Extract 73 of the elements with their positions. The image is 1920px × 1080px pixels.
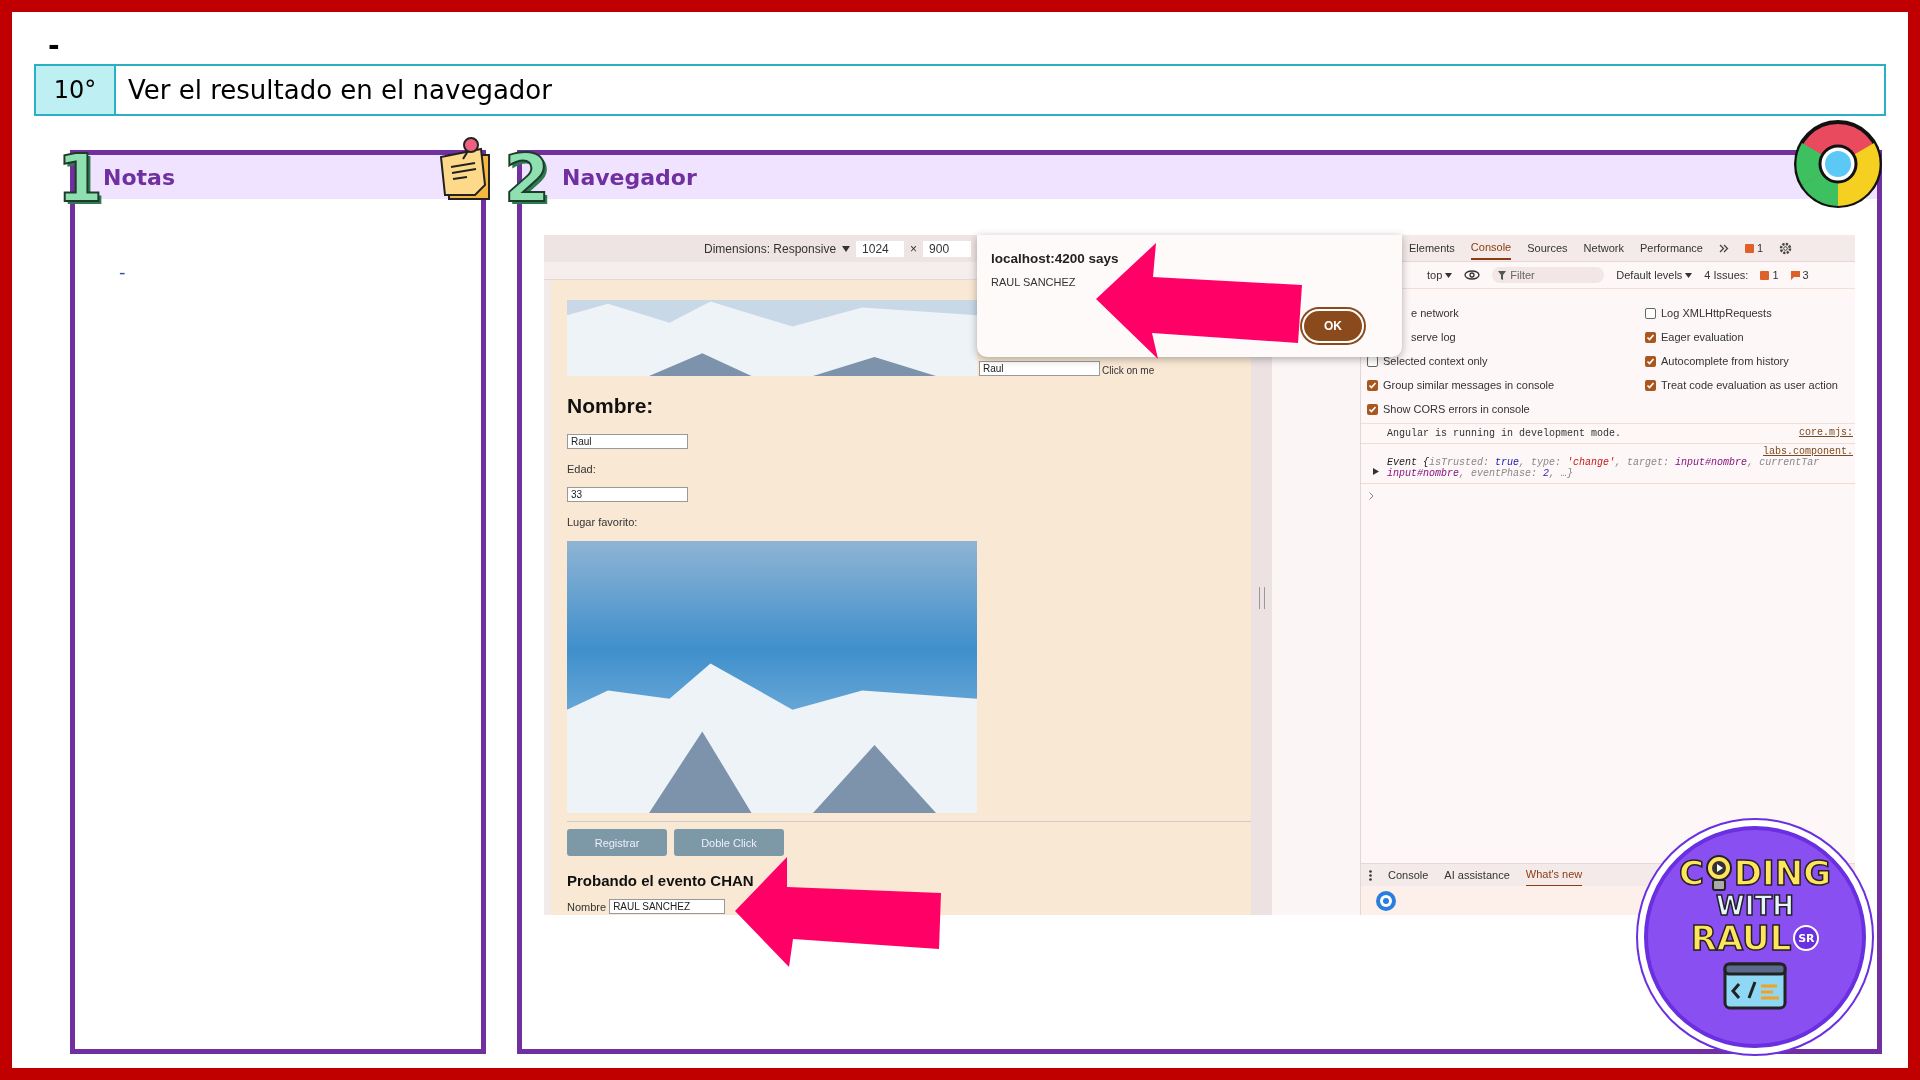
devtools-tab[interactable]: Network — [1583, 237, 1624, 259]
setting-label: Treat code evaluation as user action — [1661, 379, 1838, 391]
age-input[interactable]: 33 — [567, 487, 688, 502]
caret-icon[interactable] — [842, 245, 851, 252]
note-text: - — [119, 261, 126, 282]
devtools-tab[interactable]: Sources — [1527, 237, 1568, 259]
context-dropdown[interactable]: top — [1427, 269, 1443, 281]
error-count: 1 — [1772, 269, 1779, 281]
setting-label: Show CORS errors in console — [1383, 403, 1530, 415]
setting-label: Eager evaluation — [1661, 331, 1744, 343]
name-input[interactable]: RAUL SANCHEZ — [609, 899, 726, 914]
setting-label: Group similar messages in console — [1383, 379, 1555, 391]
error-count: 1 — [1756, 242, 1764, 254]
setting-label: serve log — [1411, 331, 1456, 343]
devtools-tab[interactable]: Console — [1470, 236, 1512, 260]
setting-label: Log XMLHttpRequests — [1661, 307, 1772, 319]
height-field[interactable]: 900 — [923, 240, 972, 257]
alert-title: localhost:4200 says — [991, 251, 1119, 266]
setting-label: Selected context only — [1383, 355, 1488, 367]
info-count: 3 — [1802, 269, 1809, 281]
filter-icon — [1498, 270, 1507, 280]
console-object: Event {isTrusted: true, type: 'change', target: input#nombre, currentTar — [1387, 457, 1821, 468]
checkbox[interactable] — [1645, 331, 1656, 343]
width-field[interactable]: 1024 — [856, 240, 905, 257]
name-input[interactable]: Raul — [567, 434, 688, 449]
section-title: Probando el evento CHAN — [567, 872, 754, 889]
chrome-icon — [1793, 119, 1883, 209]
drawer-tab[interactable]: Console — [1388, 864, 1429, 886]
click-label[interactable]: Click on me — [1102, 365, 1155, 376]
checkbox[interactable] — [1367, 379, 1378, 391]
field-label: Lugar favorito: — [567, 516, 638, 528]
devtools-icon — [1375, 889, 1397, 912]
error-icon — [1760, 270, 1770, 280]
devtools-tab[interactable]: Performance — [1639, 237, 1703, 259]
alert-message: RAUL SANCHEZ — [991, 276, 1076, 288]
field-label: Nombre — [567, 900, 607, 913]
error-icon — [1744, 243, 1754, 253]
checkbox[interactable] — [1645, 307, 1656, 319]
source-link[interactable]: core.mjs: — [1799, 427, 1853, 438]
caret-icon[interactable] — [1445, 272, 1453, 278]
drawer-tab[interactable]: AI assistance — [1444, 864, 1510, 886]
step-number: 10° — [36, 66, 116, 114]
kebab-menu-icon[interactable] — [1369, 869, 1372, 881]
prompt-chevron-icon — [1369, 492, 1374, 500]
console-message: Angular is running in development mode. — [1387, 428, 1622, 439]
eye-icon[interactable] — [1464, 270, 1481, 280]
field-label: Edad: — [567, 463, 596, 475]
step-title: Ver el resultado en el navegador — [127, 74, 553, 107]
levels-dropdown[interactable]: Default levels — [1616, 269, 1683, 281]
text-input[interactable]: Raul — [979, 361, 1100, 376]
issues-label[interactable]: 4 Issues: — [1704, 269, 1749, 281]
dash-text: - — [47, 28, 60, 64]
expand-triangle-icon[interactable] — [1373, 468, 1379, 475]
setting-label: Autocomplete from history — [1661, 355, 1789, 367]
checkbox[interactable] — [1645, 355, 1656, 367]
console-object: input#nombre, eventPhase: 2, …} — [1387, 468, 1574, 479]
settings-icon[interactable] — [1779, 241, 1793, 255]
source-link[interactable]: labs.component. — [1763, 446, 1855, 457]
caret-icon[interactable] — [1685, 272, 1693, 278]
ok-button[interactable]: OK — [1302, 309, 1364, 343]
form-heading: Nombre: — [567, 394, 654, 418]
checkbox[interactable] — [1645, 379, 1656, 391]
message-icon — [1790, 270, 1800, 280]
times-sign: × — [910, 241, 918, 256]
devtools-tab[interactable]: Elements — [1409, 237, 1455, 259]
setting-label: e network — [1411, 307, 1459, 319]
lightbulb-icon — [1703, 854, 1734, 892]
more-tabs-icon[interactable] — [1718, 243, 1729, 253]
code-window-icon — [1723, 962, 1787, 1010]
checkbox[interactable] — [1367, 403, 1378, 415]
dimensions-dropdown[interactable]: Dimensions: Responsive — [704, 241, 837, 256]
resize-handle[interactable] — [1258, 586, 1265, 609]
filter-field[interactable]: Filter — [1492, 267, 1605, 283]
